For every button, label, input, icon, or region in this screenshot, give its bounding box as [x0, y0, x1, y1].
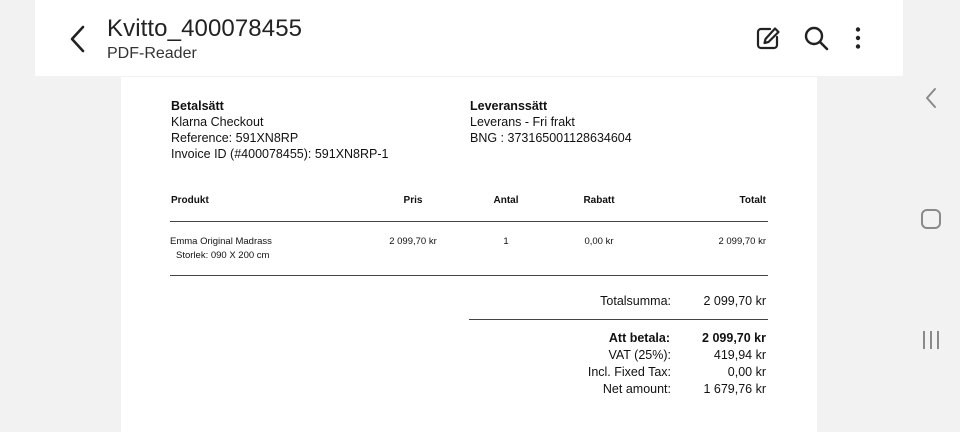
product-qty: 1	[503, 236, 509, 247]
delivery-method: Leverans - Fri frakt	[470, 115, 575, 129]
subtotal-value: 2 099,70 kr	[703, 294, 766, 308]
vat-value: 419,94 kr	[713, 348, 766, 362]
net-amount-label: Net amount:	[602, 382, 671, 396]
search-button[interactable]	[802, 24, 830, 52]
table-header-divider	[170, 221, 768, 222]
net-amount-value: 1 679,76 kr	[703, 382, 766, 396]
col-header-qty: Antal	[493, 195, 519, 206]
col-header-product: Produkt	[171, 195, 209, 206]
col-header-discount: Rabatt	[583, 195, 615, 206]
back-chevron-icon	[926, 88, 936, 108]
edit-icon	[756, 27, 780, 50]
back-button[interactable]	[64, 22, 92, 56]
product-detail: Storlek: 090 X 200 cm	[176, 250, 270, 261]
document-title: Kvitto_400078455	[107, 15, 303, 42]
edit-button[interactable]	[754, 24, 782, 52]
tracking-number: BNG : 373165001128634604	[470, 131, 632, 145]
invoice-id: Invoice ID (#400078455): 591XN8RP-1	[171, 147, 389, 161]
recents-icon	[923, 331, 939, 349]
product-price: 2 099,70 kr	[389, 236, 437, 247]
payment-heading: Betalsätt	[171, 99, 224, 113]
amount-due-label: Att betala:	[608, 331, 670, 345]
vat-label: VAT (25%):	[608, 348, 671, 362]
amount-due-value: 2 099,70 kr	[702, 331, 766, 345]
table-row-divider	[170, 275, 768, 276]
more-vert-icon	[855, 27, 861, 49]
more-options-button[interactable]	[844, 24, 872, 52]
col-header-price: Pris	[403, 195, 423, 206]
product-total: 2 099,70 kr	[718, 236, 766, 247]
home-icon	[921, 209, 941, 229]
subtotal-label: Totalsumma:	[600, 294, 671, 308]
fixed-tax-label: Incl. Fixed Tax:	[587, 365, 671, 379]
search-icon	[804, 26, 829, 51]
back-arrow-icon	[70, 25, 85, 53]
system-home-button[interactable]	[919, 207, 943, 231]
product-name: Emma Original Madrass	[170, 236, 272, 247]
summary-divider	[469, 319, 768, 320]
delivery-heading: Leveranssätt	[470, 99, 548, 113]
fixed-tax-value: 0,00 kr	[727, 365, 766, 379]
col-header-total: Totalt	[739, 195, 766, 206]
payment-reference: Reference: 591XN8RP	[171, 131, 299, 145]
product-discount: 0,00 kr	[584, 236, 614, 247]
app-name: PDF-Reader	[107, 45, 197, 62]
pdf-page[interactable]: Betalsätt Klarna Checkout Reference: 591…	[121, 77, 817, 432]
payment-method: Klarna Checkout	[171, 115, 264, 129]
system-back-button[interactable]	[920, 86, 942, 110]
system-recents-button[interactable]	[919, 328, 943, 352]
